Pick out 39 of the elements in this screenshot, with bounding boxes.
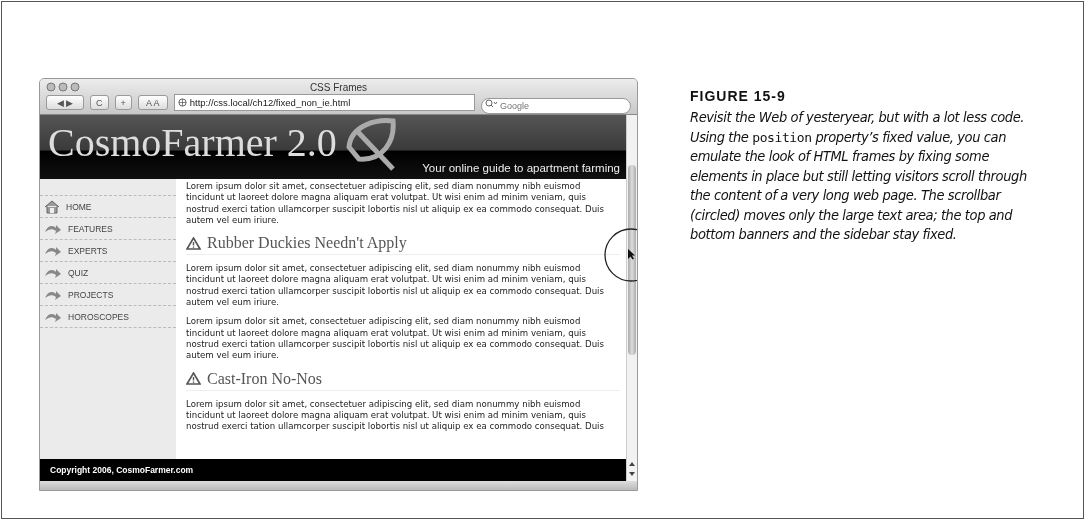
globe-icon <box>177 98 187 107</box>
body-paragraph: Lorem ipsum dolor sit amet, consectetuer adipiscing elit, sed diam nonummy nibh euismod tincidunt ut laoreet dolore magna aliquam erat volutpat. Ut wisi enim ad minim veniam, quis nostrud exerci tation ullamcorper suscipit lobortis nisl ut aliquip ex ea commodo consequat. Duis <box>186 398 605 433</box>
site-tagline: Your online guide to apartment farming <box>422 162 620 174</box>
curved-arrow-icon <box>44 266 62 279</box>
address-field[interactable]: http://css.local/ch12/fixed_non_ie.html <box>173 94 475 111</box>
copyright-text: Copyright 2006, CosmoFarmer.com <box>50 465 194 475</box>
curved-arrow-icon <box>44 310 62 323</box>
section-heading: Cast-Iron No-Nos <box>207 369 323 388</box>
site-logo: CosmoFarmer 2.0 <box>48 121 337 165</box>
add-bookmark-button[interactable]: + <box>114 95 132 110</box>
figure-caption: Revisit the Web of yesteryear, but with a lot less code. Using the position property’s fixed value, you can emulate the look of HTML frames by fixing some elements in place but still letting visitors scroll through the content of a very long web page. The scrollbar (circled) moves only the large text area; the top and bottom banners and the sidebar stay fixed. <box>690 108 1028 244</box>
body-paragraph: Lorem ipsum dolor sit amet, consectetuer adipiscing elit, sed diam nonummy nibh euismod tincidunt ut laoreet dolore magna aliquam erat volutpat. Ut wisi enim ad minim veniam, quis nostrud exerci tation ullamcorper suscipit lobortis nisl ut aliquip ex ea commodo consequat. Duis autem vel eum iriure. <box>186 181 605 227</box>
scrollbar-track[interactable] <box>626 115 637 481</box>
nav-link[interactable]: HOROSCOPES <box>40 305 176 328</box>
curved-arrow-icon <box>44 244 62 257</box>
nav-link[interactable]: EXPERTS <box>40 239 176 261</box>
warning-icon <box>186 236 201 250</box>
curved-arrow-icon <box>44 288 62 301</box>
curved-arrow-icon <box>44 222 62 235</box>
search-field[interactable]: Google <box>481 97 631 114</box>
body-paragraph: Lorem ipsum dolor sit amet, consectetuer adipiscing elit, sed diam nonummy nibh euismod tincidunt ut laoreet dolore magna aliquam erat volutpat. Ut wisi enim ad minim veniam, quis nostrud exerci tation ullamcorper suscipit lobortis nisl ut aliquip ex ea commodo consequat. Duis autem vel eum iriure. <box>186 316 605 362</box>
search-icon <box>485 98 497 108</box>
nav-link[interactable]: FEATURES <box>40 217 176 239</box>
nav-link[interactable]: HOME <box>40 195 176 217</box>
mouse-pointer-icon <box>628 249 636 260</box>
reload-button[interactable]: C <box>90 95 109 110</box>
text-size-button[interactable]: A A <box>137 95 168 110</box>
section-heading: Rubber Duckies Needn't Apply <box>207 234 407 253</box>
nav-link[interactable]: PROJECTS <box>40 283 176 305</box>
window-buttons-icon[interactable] <box>46 82 80 92</box>
figure-label: FIGURE 15-9 <box>690 88 787 104</box>
nav-link[interactable]: QUIZ <box>40 261 176 283</box>
body-paragraph: Lorem ipsum dolor sit amet, consectetuer adipiscing elit, sed diam nonummy nibh euismod tincidunt ut laoreet dolore magna aliquam erat volutpat. Ut wisi enim ad minim veniam, quis nostrud exerci tation ullamcorper suscipit lobortis nisl ut aliquip ex ea commodo consequat. Duis autem vel eum iriure. <box>186 263 605 309</box>
warning-icon <box>186 372 201 386</box>
back-forward-button[interactable]: ◀ ▶ <box>46 95 84 110</box>
house-icon <box>44 199 60 214</box>
window-title: CSS Frames <box>309 81 368 93</box>
scroll-arrows-icon[interactable] <box>629 462 635 476</box>
scrollbar-thumb[interactable] <box>628 165 636 355</box>
